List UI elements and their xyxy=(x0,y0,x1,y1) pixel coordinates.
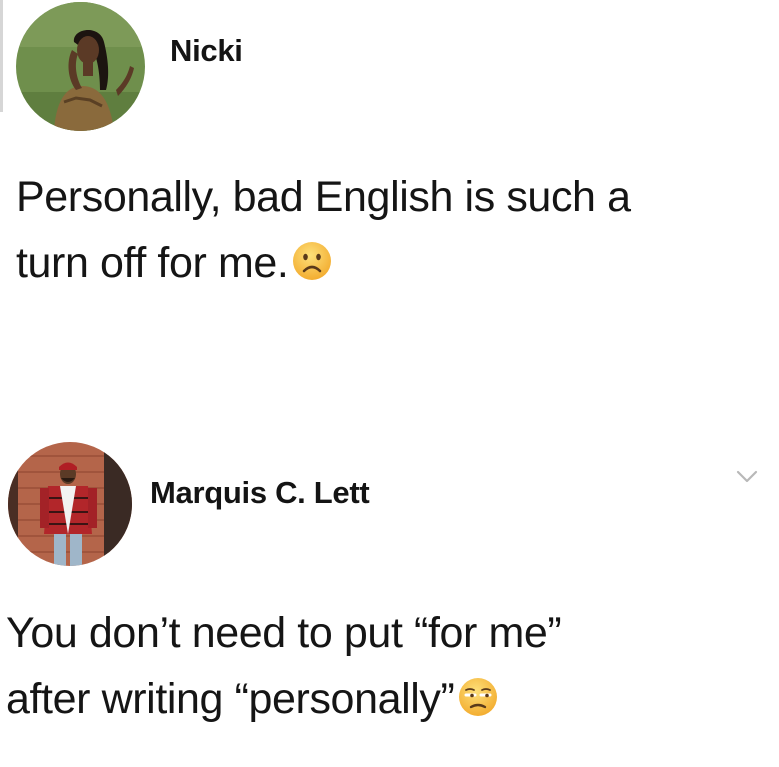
author-name[interactable]: Marquis C. Lett xyxy=(150,475,370,511)
post-text-line: after writing “personally” xyxy=(6,666,561,732)
avatar-photo-nicki xyxy=(16,2,145,131)
chevron-down-icon[interactable] xyxy=(736,470,758,484)
unamused-face-emoji-icon xyxy=(458,677,498,717)
post-nicki: Nicki Personally, bad English is such a … xyxy=(0,0,779,330)
post-marquis: Marquis C. Lett You don’t need to put “f… xyxy=(0,438,779,767)
post-text-line: Personally, bad English is such a xyxy=(16,173,631,221)
post-text-line-content: after writing “personally” xyxy=(6,675,455,723)
post-text: You don’t need to put “for me” after wri… xyxy=(6,600,562,732)
post-text-line: You don’t need to put “for me” xyxy=(6,609,562,657)
post-text-line-content: turn off for me. xyxy=(16,239,289,287)
post-text-line: turn off for me. xyxy=(16,230,631,296)
frowning-face-emoji-icon xyxy=(292,241,332,281)
avatar-photo-marquis xyxy=(8,442,132,566)
avatar[interactable] xyxy=(16,2,145,131)
post-text: Personally, bad English is such a turn o… xyxy=(16,164,631,296)
avatar[interactable] xyxy=(8,442,132,566)
author-name[interactable]: Nicki xyxy=(170,33,243,69)
